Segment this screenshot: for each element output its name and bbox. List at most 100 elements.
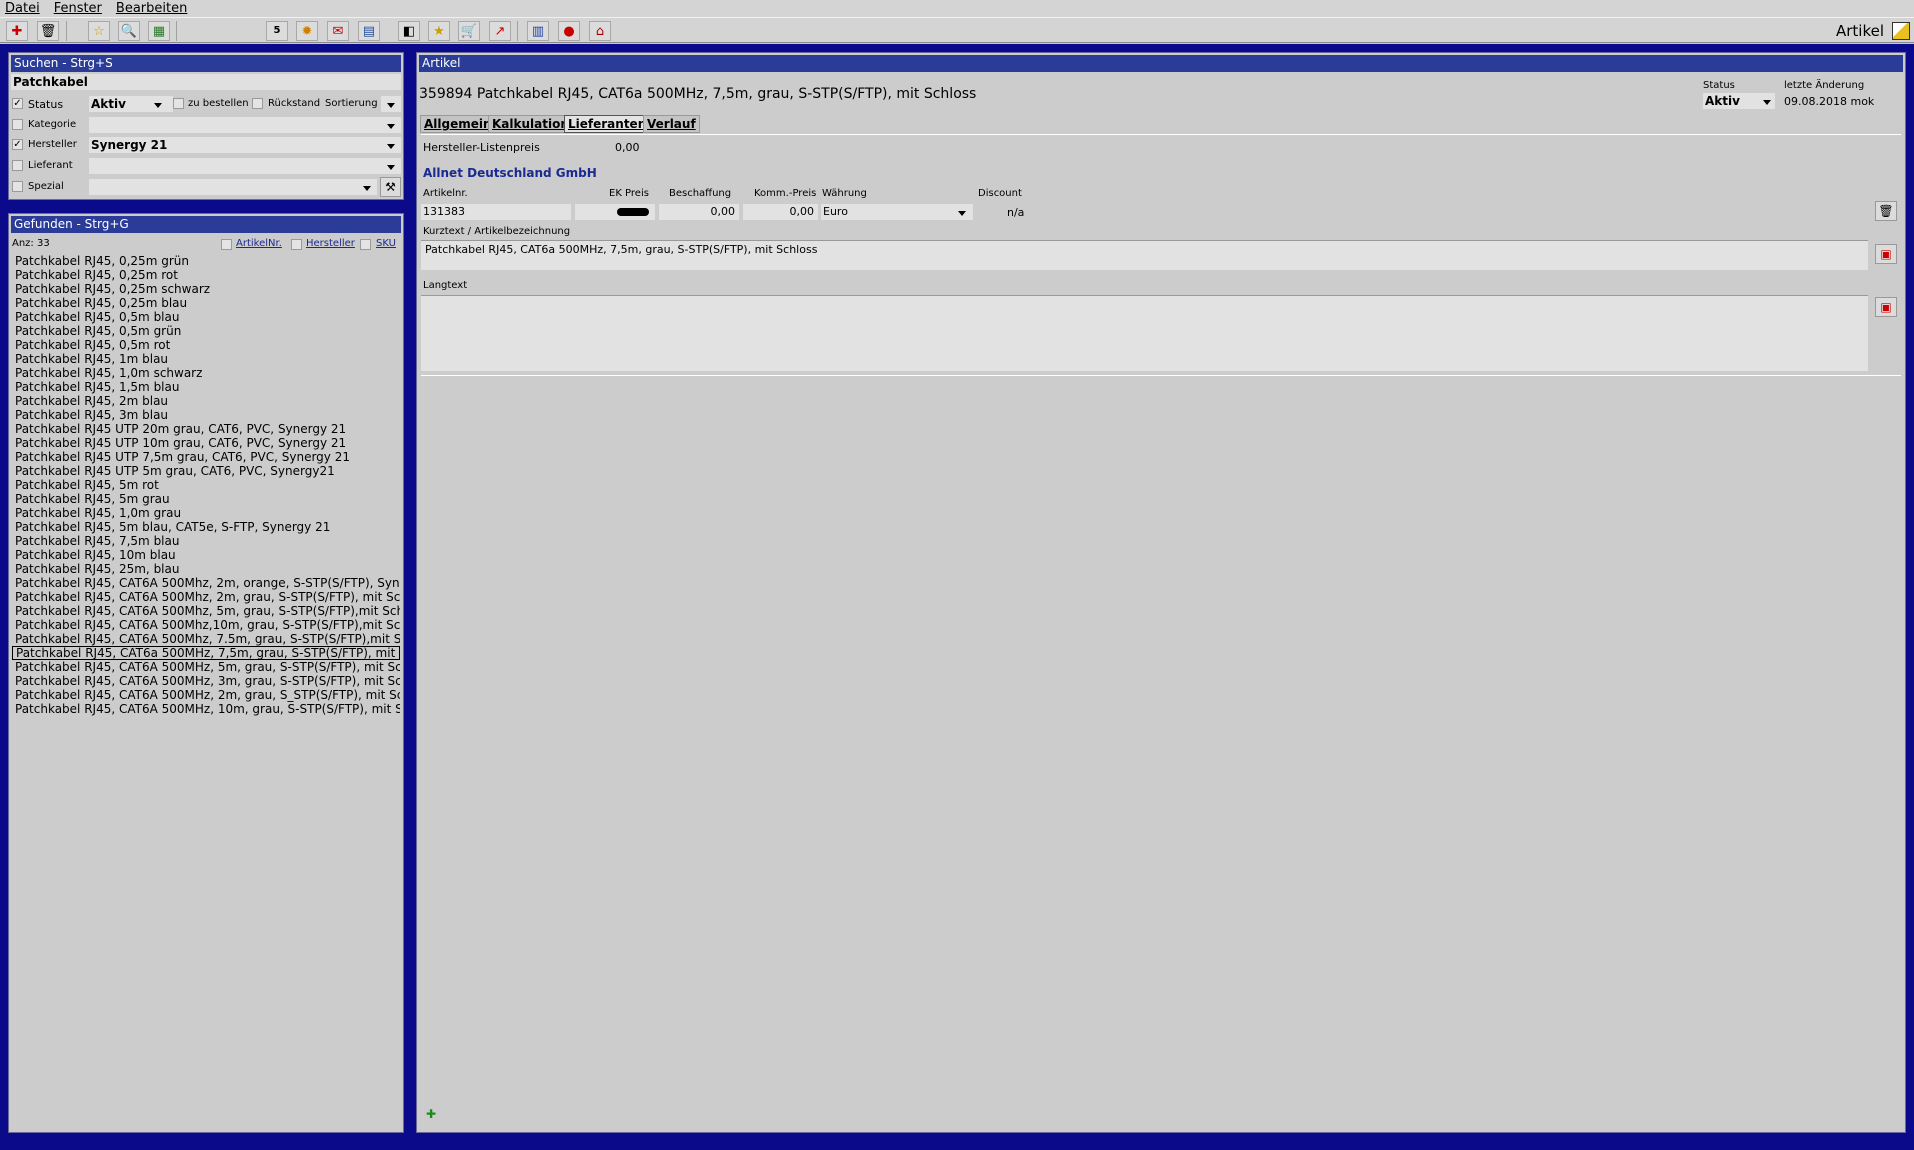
status-label: Status xyxy=(28,98,64,111)
result-count: Anz: 33 xyxy=(12,238,50,249)
chevron-down-icon xyxy=(387,124,395,129)
list-item[interactable]: Patchkabel RJ45, CAT6A 500Mhz, 2m, grau,… xyxy=(12,590,400,604)
list-item[interactable]: Patchkabel RJ45, 0,25m blau xyxy=(12,296,400,310)
edit-langtext-icon[interactable]: ▣ xyxy=(1875,297,1897,317)
list-item[interactable]: Patchkabel RJ45, 2m blau xyxy=(12,394,400,408)
hersteller-select[interactable]: Synergy 21 xyxy=(89,137,401,153)
beschaffung-input[interactable]: 0,00 xyxy=(659,204,739,220)
hersteller-listenpreis-label: Hersteller-Listenpreis xyxy=(423,141,540,154)
list-item[interactable]: Patchkabel RJ45, 0,25m grün xyxy=(12,254,400,268)
list-item[interactable]: Patchkabel RJ45, 25m, blau xyxy=(12,562,400,576)
hersteller-filter-checkbox[interactable] xyxy=(291,239,302,250)
list-item[interactable]: Patchkabel RJ45, 5m grau xyxy=(12,492,400,506)
list-item[interactable]: Patchkabel RJ45, CAT6A 500Mhz, 7.5m, gra… xyxy=(12,632,400,646)
tab-lieferanten[interactable]: Lieferanten xyxy=(564,115,651,133)
artikelnr-input[interactable]: 131383 xyxy=(421,204,571,220)
search-icon[interactable]: 🔍 xyxy=(118,21,140,41)
kategorie-label: Kategorie xyxy=(28,119,77,130)
kurztext-textarea[interactable]: Patchkabel RJ45, CAT6a 500MHz, 7,5m, gra… xyxy=(421,240,1868,270)
status-checkbox[interactable]: ✓ xyxy=(12,98,23,109)
menu-datei[interactable]: Datei xyxy=(5,1,40,16)
kategorie-select[interactable] xyxy=(89,117,401,133)
zu-bestellen-label: zu bestellen xyxy=(188,98,249,109)
waehrung-select[interactable]: Euro xyxy=(821,204,973,220)
calculator-icon[interactable]: ▦ xyxy=(148,21,170,41)
list-item[interactable]: Patchkabel RJ45, 0,5m blau xyxy=(12,310,400,324)
list-item[interactable]: Patchkabel RJ45, 1m blau xyxy=(12,352,400,366)
artikelnr-filter-checkbox[interactable] xyxy=(221,239,232,250)
kategorie-checkbox[interactable] xyxy=(12,119,23,130)
calendar-icon[interactable]: 5 xyxy=(266,21,288,41)
menu-bearbeiten[interactable]: Bearbeiten xyxy=(116,1,187,16)
list-item[interactable]: Patchkabel RJ45 UTP 7,5m grau, CAT6, PVC… xyxy=(12,450,400,464)
list-item[interactable]: Patchkabel RJ45, 1,0m grau xyxy=(12,506,400,520)
list-item[interactable]: Patchkabel RJ45, CAT6A 500Mhz, 5m, grau,… xyxy=(12,604,400,618)
kurztext-label: Kurztext / Artikelbezeichnung xyxy=(423,226,571,237)
ek-preis-input[interactable] xyxy=(575,204,655,220)
spezial-checkbox[interactable] xyxy=(12,181,23,192)
cart-icon[interactable]: 🛒 xyxy=(458,21,480,41)
list-item[interactable]: Patchkabel RJ45 UTP 20m grau, CAT6, PVC,… xyxy=(12,422,400,436)
trash-icon[interactable]: 🗑 xyxy=(37,21,59,41)
book-icon[interactable]: ▥ xyxy=(527,21,549,41)
komm-preis-input[interactable]: 0,00 xyxy=(743,204,818,220)
new-icon[interactable]: ✚ xyxy=(6,21,28,41)
sku-filter-label[interactable]: SKU xyxy=(376,238,396,249)
home-icon[interactable]: ⌂ xyxy=(589,21,611,41)
tab-verlauf[interactable]: Verlauf xyxy=(643,115,700,133)
window-mode-icon[interactable] xyxy=(1892,22,1910,40)
list-item[interactable]: Patchkabel RJ45 UTP 5m grau, CAT6, PVC, … xyxy=(12,464,400,478)
spezial-select[interactable] xyxy=(89,179,377,195)
zu-bestellen-checkbox[interactable] xyxy=(173,98,184,109)
edit-text-icon[interactable]: ▣ xyxy=(1875,244,1897,264)
tools-icon[interactable]: ⚒ xyxy=(380,177,401,197)
rueckstand-checkbox[interactable] xyxy=(252,98,263,109)
star-pin-icon[interactable]: ★ xyxy=(428,21,450,41)
list-item[interactable]: Patchkabel RJ45, CAT6A 500MHz, 2m, grau,… xyxy=(12,688,400,702)
hersteller-checkbox[interactable]: ✓ xyxy=(12,139,23,150)
window-icon[interactable]: ◧ xyxy=(398,21,420,41)
list-item[interactable]: Patchkabel RJ45, 0,5m rot xyxy=(12,338,400,352)
list-item[interactable]: Patchkabel RJ45, 0,25m schwarz xyxy=(12,282,400,296)
search-input[interactable]: Patchkabel xyxy=(11,74,401,90)
list-item[interactable]: Patchkabel RJ45 UTP 10m grau, CAT6, PVC,… xyxy=(12,436,400,450)
sun-icon[interactable]: ✹ xyxy=(296,21,318,41)
content-divider xyxy=(421,375,1901,376)
menu-bar: Datei Fenster Bearbeiten xyxy=(0,0,1914,17)
list-item[interactable]: Patchkabel RJ45, CAT6A 500Mhz,10m, grau,… xyxy=(12,618,400,632)
list-item[interactable]: Patchkabel RJ45, CAT6a 500MHz, 7,5m, gra… xyxy=(12,646,400,660)
chart-window-icon[interactable]: ▤ xyxy=(358,21,380,41)
delete-icon[interactable]: 🗑 xyxy=(1875,201,1897,221)
list-item[interactable]: Patchkabel RJ45, CAT6A 500MHz, 3m, grau,… xyxy=(12,674,400,688)
hersteller-listenpreis-value: 0,00 xyxy=(615,141,640,154)
list-item[interactable]: Patchkabel RJ45, 0,25m rot xyxy=(12,268,400,282)
list-item[interactable]: Patchkabel RJ45, 5m rot xyxy=(12,478,400,492)
tab-allgemein[interactable]: Allgemein xyxy=(420,115,496,133)
chat-icon[interactable]: ● xyxy=(558,21,580,41)
add-supplier-icon[interactable]: ✚ xyxy=(421,1105,441,1123)
tab-kalkulation[interactable]: Kalkulation xyxy=(488,115,573,133)
hersteller-filter-label[interactable]: Hersteller xyxy=(306,238,355,249)
list-item[interactable]: Patchkabel RJ45, 3m blau xyxy=(12,408,400,422)
menu-fenster[interactable]: Fenster xyxy=(54,1,102,16)
lieferant-checkbox[interactable] xyxy=(12,160,23,171)
mail-icon[interactable]: ✉ xyxy=(327,21,349,41)
sku-filter-checkbox[interactable] xyxy=(360,239,371,250)
search-panel-title: Suchen - Strg+S xyxy=(11,55,401,72)
graph-icon[interactable]: ↗ xyxy=(489,21,511,41)
list-item[interactable]: Patchkabel RJ45, CAT6A 500MHz, 5m, grau,… xyxy=(12,660,400,674)
list-item[interactable]: Patchkabel RJ45, 1,0m schwarz xyxy=(12,366,400,380)
spezial-label: Spezial xyxy=(28,181,64,192)
list-item[interactable]: Patchkabel RJ45, CAT6A 500Mhz, 2m, orang… xyxy=(12,576,400,590)
list-item[interactable]: Patchkabel RJ45, 10m blau xyxy=(12,548,400,562)
artikelnr-filter-label[interactable]: ArtikelNr. xyxy=(236,238,282,249)
list-item[interactable]: Patchkabel RJ45, 5m blau, CAT5e, S-FTP, … xyxy=(12,520,400,534)
lieferant-select[interactable] xyxy=(89,158,401,174)
langtext-textarea[interactable] xyxy=(421,295,1868,371)
list-item[interactable]: Patchkabel RJ45, 1,5m blau xyxy=(12,380,400,394)
list-item[interactable]: Patchkabel RJ45, 7,5m blau xyxy=(12,534,400,548)
chevron-down-icon xyxy=(387,103,395,108)
list-item[interactable]: Patchkabel RJ45, CAT6A 500MHz, 10m, grau… xyxy=(12,702,400,716)
list-item[interactable]: Patchkabel RJ45, 0,5m grün xyxy=(12,324,400,338)
star-icon[interactable]: ☆ xyxy=(88,21,110,41)
